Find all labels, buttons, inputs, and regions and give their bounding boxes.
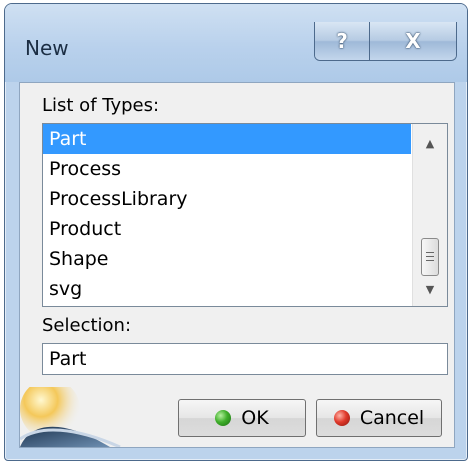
selection-label: Selection:	[42, 315, 132, 336]
list-item-processlibrary[interactable]: ProcessLibrary	[43, 184, 411, 214]
cancel-button-label: Cancel	[359, 407, 425, 429]
close-button[interactable]: X	[370, 22, 456, 60]
ok-button-label: OK	[241, 407, 269, 429]
list-item-process[interactable]: Process	[43, 154, 411, 184]
scroll-thumb[interactable]	[421, 238, 439, 276]
scroll-down-icon[interactable]: ▼	[413, 274, 447, 304]
ok-button[interactable]: OK	[178, 399, 306, 437]
types-listbox[interactable]: Part Process ProcessLibrary Product Shap…	[42, 123, 448, 307]
decorative-swoosh-graphic	[20, 387, 130, 447]
list-item-product[interactable]: Product	[43, 214, 411, 244]
selection-field[interactable]	[42, 343, 448, 375]
cancel-button[interactable]: Cancel	[316, 399, 442, 437]
window-title: New	[25, 36, 69, 60]
list-item-svg[interactable]: svg	[43, 274, 411, 304]
list-item-part[interactable]: Part	[43, 124, 411, 154]
cancel-red-icon	[333, 410, 350, 426]
ok-green-icon	[215, 410, 232, 426]
scroll-up-icon[interactable]: ▲	[413, 128, 447, 158]
types-list: Part Process ProcessLibrary Product Shap…	[43, 124, 411, 304]
help-button[interactable]: ?	[315, 22, 370, 60]
title-bar[interactable]: New ? X	[5, 4, 467, 82]
new-dialog: New ? X List of Types: Part Process Proc…	[4, 3, 468, 461]
list-item-shape[interactable]: Shape	[43, 244, 411, 274]
vertical-scrollbar[interactable]: ▲ ▼	[412, 124, 447, 306]
caption-buttons: ? X	[314, 22, 457, 61]
list-of-types-label: List of Types:	[42, 95, 160, 116]
dialog-body: List of Types: Part Process ProcessLibra…	[19, 82, 455, 448]
